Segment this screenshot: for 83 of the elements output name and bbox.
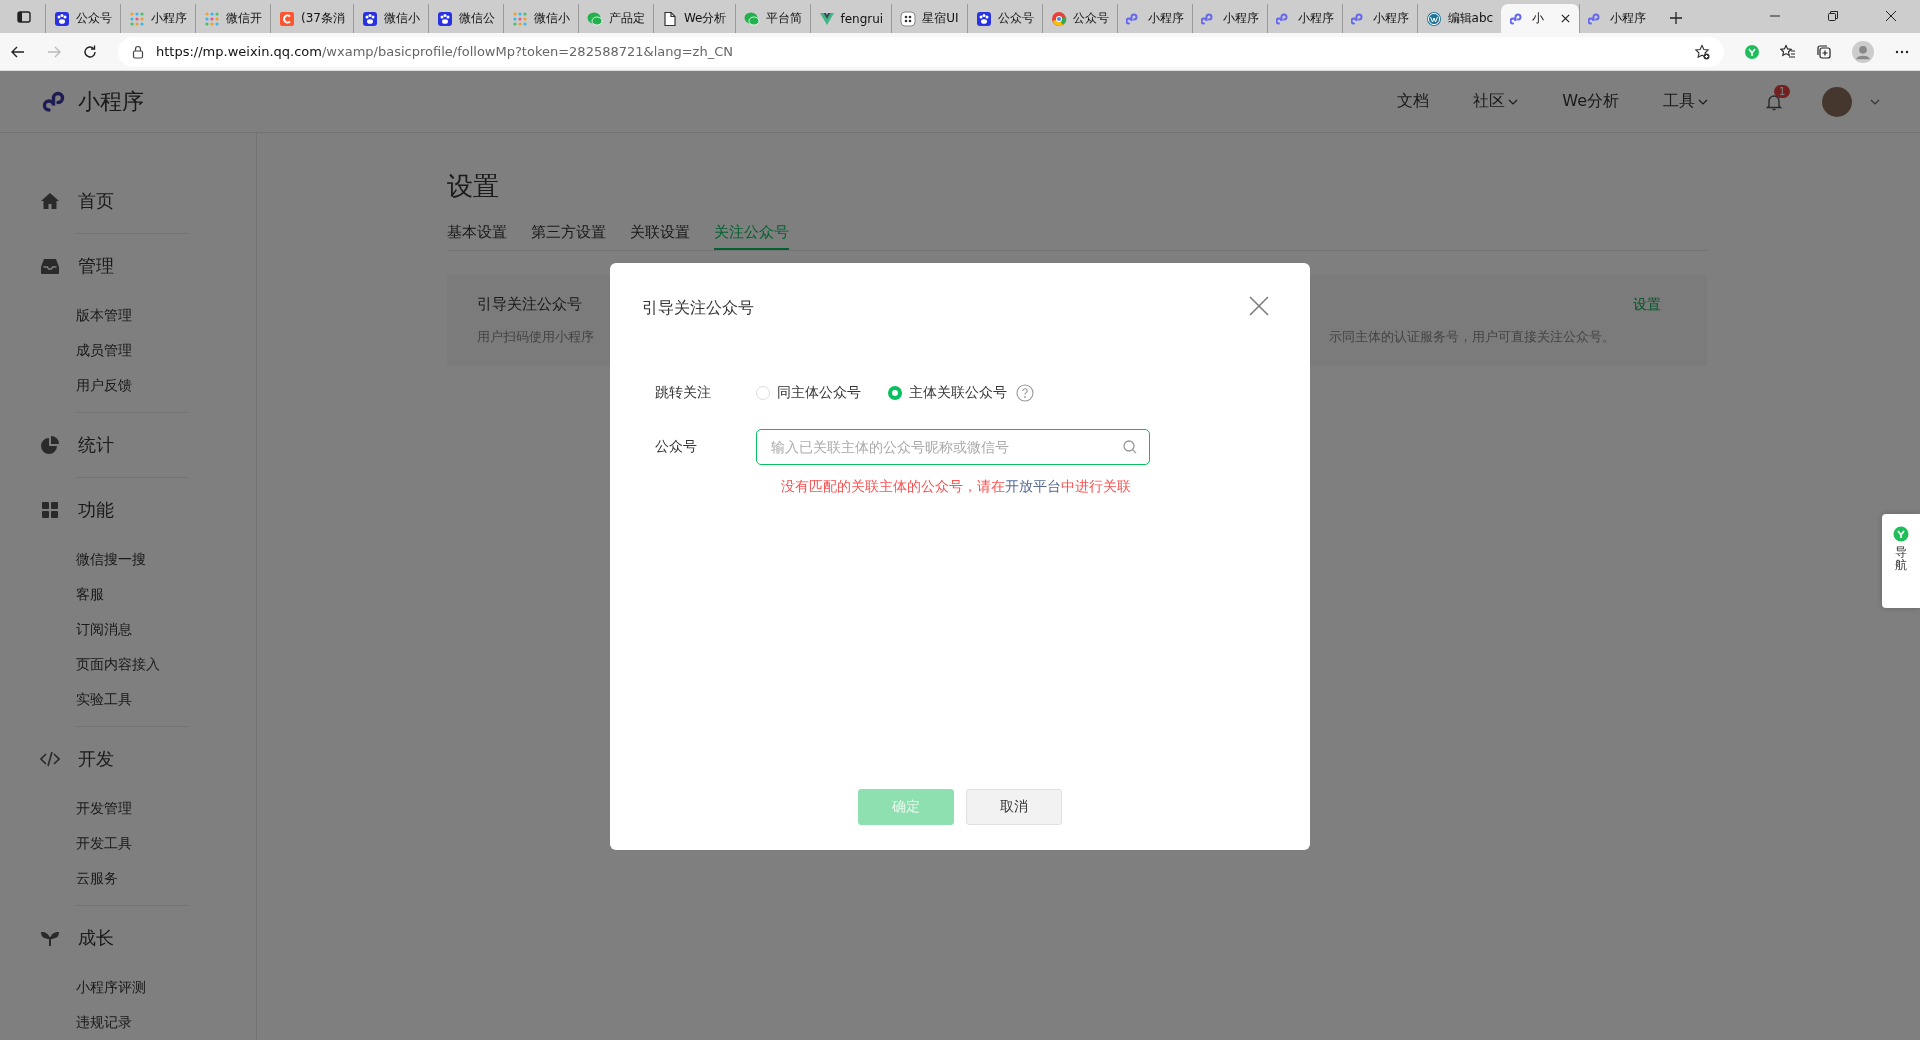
chat-bubble-icon: [586, 10, 603, 27]
sidebar-section[interactable]: 开发: [78, 747, 114, 771]
v-shape-icon: [818, 10, 835, 27]
search-field[interactable]: 输入已关联主体的公众号昵称或微信号: [756, 429, 1150, 465]
paw-icon: [975, 10, 992, 27]
sidebar-item[interactable]: 客服: [76, 585, 104, 604]
sidebar-section[interactable]: 统计: [78, 433, 114, 457]
nav-link[interactable]: We分析: [1562, 91, 1619, 112]
tab[interactable]: 基本设置: [447, 223, 507, 250]
notification-badge: 1: [1774, 84, 1791, 98]
code-icon: [40, 749, 60, 769]
dot-grid-icon: [129, 10, 145, 27]
grid-icon: [40, 500, 60, 520]
nav-link[interactable]: 工具: [1663, 91, 1708, 112]
sidebar-item[interactable]: 开发工具: [76, 834, 132, 853]
sidebar-item[interactable]: 实验工具: [76, 690, 132, 709]
paw-icon: [361, 10, 378, 27]
sidebar-item[interactable]: 微信搜一搜: [76, 550, 146, 569]
close-icon[interactable]: [1885, 10, 1897, 22]
dialog-title: 引导关注公众号: [642, 297, 754, 319]
paw-icon: [54, 10, 70, 27]
tray-icon: [40, 256, 60, 276]
close-icon[interactable]: [1560, 13, 1572, 24]
sidebar-item[interactable]: 页面内容接入: [76, 655, 160, 674]
sidebar-item[interactable]: 小程序评测: [76, 978, 146, 997]
radio-button[interactable]: [888, 386, 902, 400]
sidebar-item[interactable]: 版本管理: [76, 306, 132, 325]
field-label: 跳转关注: [654, 384, 712, 402]
tab-actions-icon[interactable]: [16, 9, 32, 25]
new-tab-icon[interactable]: [1668, 10, 1685, 26]
lock-icon: [132, 44, 144, 59]
card-title: 引导关注公众号: [477, 295, 582, 314]
radio-label[interactable]: 主体关联公众号: [909, 384, 1007, 402]
field-label: 公众号: [654, 438, 698, 456]
chevron-down-icon[interactable]: [1870, 98, 1880, 105]
sidebar-item[interactable]: 违规记录: [76, 1013, 132, 1032]
pie-chart-icon: [40, 435, 60, 455]
ring-icon: [279, 10, 295, 27]
floating-nav-label: 导航: [1895, 546, 1907, 573]
sidebar-section[interactable]: 管理: [78, 254, 114, 278]
sidebar-item[interactable]: 开发管理: [76, 799, 132, 818]
restore-icon[interactable]: [1827, 10, 1839, 22]
paw-icon: [436, 10, 453, 27]
radio-label[interactable]: 同主体公众号: [777, 384, 861, 402]
help-icon[interactable]: [1016, 384, 1034, 402]
chevron-down-icon: [1698, 98, 1708, 105]
dot-grid-icon: [511, 10, 528, 27]
sidebar-item[interactable]: 用户反馈: [76, 376, 132, 395]
app-name: 小程序: [78, 87, 144, 116]
browser-tab[interactable]: 小: [1501, 4, 1580, 33]
swirl-icon: [1050, 10, 1067, 27]
collections-icon[interactable]: [1816, 43, 1832, 60]
home-icon: [40, 191, 60, 211]
refresh-icon[interactable]: [82, 43, 98, 60]
tab[interactable]: 第三方设置: [531, 223, 606, 250]
nav-link[interactable]: 社区: [1473, 91, 1519, 112]
address-field[interactable]: https://mp.weixin.qq.com/wxamp/basicprofile/followMp?token=282588721&lang=zh_CN: [118, 36, 1724, 67]
error-message: 没有匹配的关联主体的公众号，请在开放平台中进行关联: [781, 478, 1132, 496]
sidebar-item[interactable]: 成员管理: [76, 341, 132, 360]
sidebar-section[interactable]: 首页: [78, 189, 114, 213]
chevron-down-icon: [1508, 98, 1519, 105]
star-add-icon[interactable]: [1694, 43, 1710, 60]
tab[interactable]: 关联设置: [630, 223, 690, 250]
dots-icon: [900, 10, 917, 27]
search-icon: [1122, 439, 1138, 455]
platform-link[interactable]: 开放平台: [1005, 478, 1061, 494]
page-icon: [661, 10, 678, 27]
profile-icon[interactable]: [1852, 40, 1874, 63]
sidebar-section[interactable]: 功能: [78, 498, 114, 522]
cancel-button[interactable]: 取消: [966, 789, 1062, 825]
extension-icon[interactable]: [1744, 43, 1760, 60]
floating-nav[interactable]: 导航: [1882, 514, 1920, 608]
sidebar-item[interactable]: 订阅消息: [76, 620, 132, 639]
w-circle-icon: [1425, 10, 1442, 27]
sidebar-section[interactable]: 成长: [78, 926, 114, 950]
nav-link[interactable]: 文档: [1397, 91, 1430, 112]
chat-bubble-icon: [743, 10, 760, 27]
favorites-icon[interactable]: [1780, 43, 1796, 60]
sidebar-item[interactable]: 云服务: [76, 869, 118, 888]
page-title: 设置: [447, 170, 500, 203]
avatar[interactable]: [1822, 86, 1852, 117]
y-circle-icon: [1893, 526, 1909, 542]
dot-grid-icon: [204, 10, 220, 27]
